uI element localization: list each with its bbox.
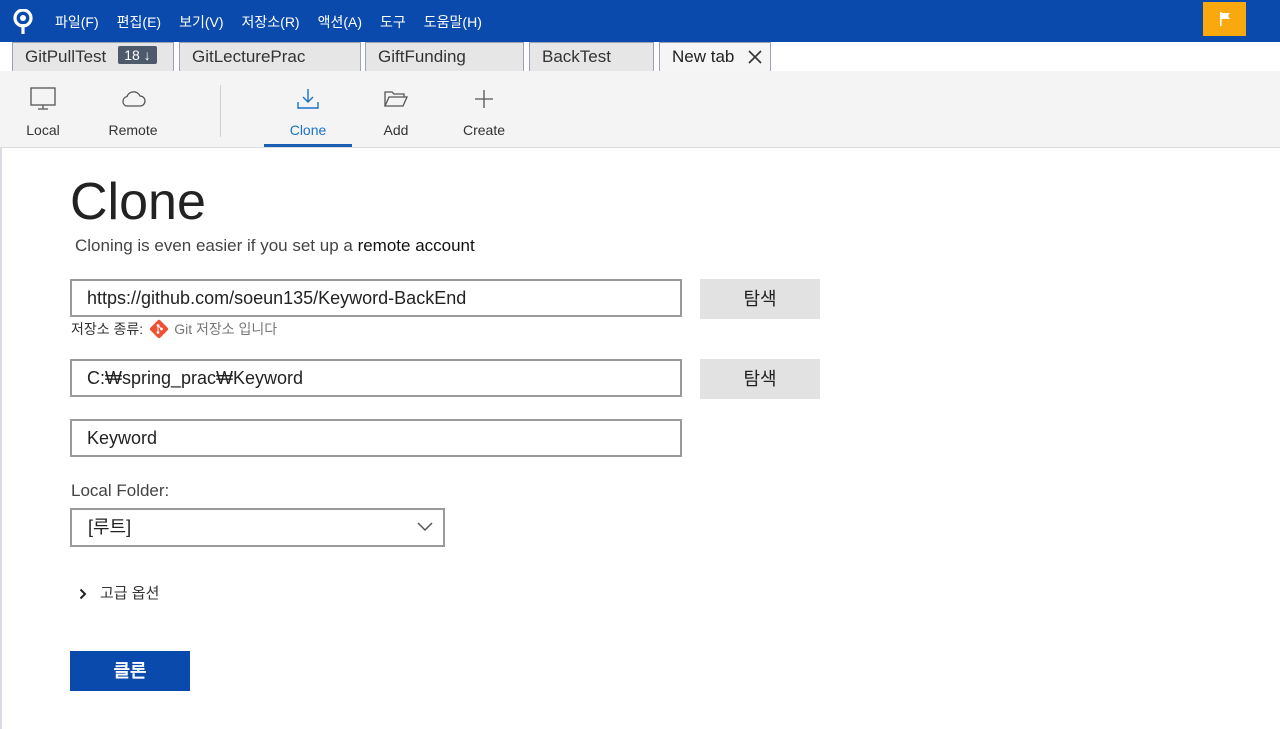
toolbar-create-label: Create bbox=[462, 122, 506, 138]
new-tab-plus-icon[interactable] bbox=[779, 47, 799, 67]
repo-type-value: Git 저장소 입니다 bbox=[174, 321, 278, 337]
menu-edit[interactable]: 편집(E) bbox=[108, 12, 170, 32]
advanced-options-toggle[interactable]: 고급 옵션 bbox=[79, 584, 159, 604]
menu-file[interactable]: 파일(F) bbox=[46, 12, 108, 32]
menu-repository[interactable]: 저장소(R) bbox=[233, 12, 309, 32]
subtitle-text: Cloning is even easier if you set up a bbox=[75, 236, 358, 255]
folder-open-icon bbox=[383, 91, 409, 107]
menu-view[interactable]: 보기(V) bbox=[170, 12, 232, 32]
repo-name-input[interactable]: Keyword bbox=[70, 419, 682, 457]
tab-label: GitPullTest bbox=[25, 47, 107, 66]
toolbar-clone-button[interactable]: Clone bbox=[264, 71, 352, 147]
menu-tools[interactable]: 도구 bbox=[371, 12, 415, 32]
source-url-input[interactable]: https://github.com/soeun135/Keyword-Back… bbox=[70, 279, 682, 317]
tab-behind-badge: 18 ↓ bbox=[118, 46, 157, 64]
tab-label: GiftFunding bbox=[378, 47, 466, 66]
browse-destination-button[interactable]: 탐색 bbox=[700, 359, 820, 399]
tab-list-dropdown-icon[interactable] bbox=[820, 54, 832, 62]
tab-label: GitLecturePrac bbox=[192, 47, 306, 66]
tab-label: New tab bbox=[672, 47, 735, 66]
toolbar-add-button[interactable]: Add bbox=[366, 71, 426, 147]
app-window: 파일(F) 편집(E) 보기(V) 저장소(R) 액션(A) 도구 도움말(H)… bbox=[0, 0, 1280, 729]
menu-help[interactable]: 도움말(H) bbox=[415, 12, 491, 32]
tab-gitlectureprac[interactable]: GitLecturePrac bbox=[179, 42, 361, 71]
notifications-flag-button[interactable] bbox=[1203, 2, 1246, 36]
toolbar: Local Remote Clone Add Create bbox=[0, 71, 1280, 148]
tab-new-tab[interactable]: New tab bbox=[659, 42, 771, 71]
toolbar-clone-label: Clone bbox=[289, 122, 327, 138]
menu-actions[interactable]: 액션(A) bbox=[309, 12, 371, 32]
repo-type-label: 저장소 종류: bbox=[71, 321, 144, 337]
repo-type-info: 저장소 종류: Git 저장소 입니다 bbox=[71, 319, 277, 339]
local-folder-label: Local Folder: bbox=[71, 481, 170, 500]
page-title: Clone bbox=[70, 173, 206, 231]
page-subtitle: Cloning is even easier if you set up a r… bbox=[75, 236, 475, 256]
browse-source-button[interactable]: 탐색 bbox=[700, 279, 820, 319]
toolbar-local-button[interactable]: Local bbox=[10, 71, 76, 147]
plus-icon bbox=[475, 90, 493, 108]
destination-path-input[interactable]: C:₩spring_prac₩Keyword bbox=[70, 359, 682, 397]
cloud-icon bbox=[122, 91, 146, 107]
git-icon bbox=[150, 319, 169, 339]
clone-button[interactable]: 클론 bbox=[70, 651, 190, 691]
left-edge-divider bbox=[0, 148, 2, 729]
advanced-options-label: 고급 옵션 bbox=[100, 585, 160, 602]
monitor-icon bbox=[30, 87, 56, 110]
toolbar-divider bbox=[220, 85, 221, 137]
menu-bar: 파일(F) 편집(E) 보기(V) 저장소(R) 액션(A) 도구 도움말(H) bbox=[0, 0, 1280, 42]
flag-icon bbox=[1219, 12, 1230, 26]
local-folder-select[interactable]: [루트] bbox=[70, 508, 445, 547]
toolbar-add-label: Add bbox=[383, 122, 409, 138]
toolbar-remote-label: Remote bbox=[108, 122, 158, 138]
close-icon[interactable] bbox=[746, 48, 764, 66]
remote-account-link[interactable]: remote account bbox=[358, 236, 475, 255]
tab-label: BackTest bbox=[542, 47, 611, 66]
download-icon bbox=[297, 89, 319, 109]
tab-backtest[interactable]: BackTest bbox=[529, 42, 654, 71]
sourcetree-logo-icon bbox=[13, 9, 33, 34]
tab-giftfunding[interactable]: GiftFunding bbox=[365, 42, 524, 71]
chevron-right-icon bbox=[79, 588, 87, 600]
toolbar-local-label: Local bbox=[26, 122, 60, 138]
chevron-down-icon bbox=[417, 522, 433, 532]
toolbar-remote-button[interactable]: Remote bbox=[97, 71, 169, 147]
toolbar-create-button[interactable]: Create bbox=[452, 71, 516, 147]
tab-gitpulltest[interactable]: GitPullTest 18 ↓ bbox=[12, 42, 174, 71]
local-folder-value: [루트] bbox=[88, 517, 132, 537]
